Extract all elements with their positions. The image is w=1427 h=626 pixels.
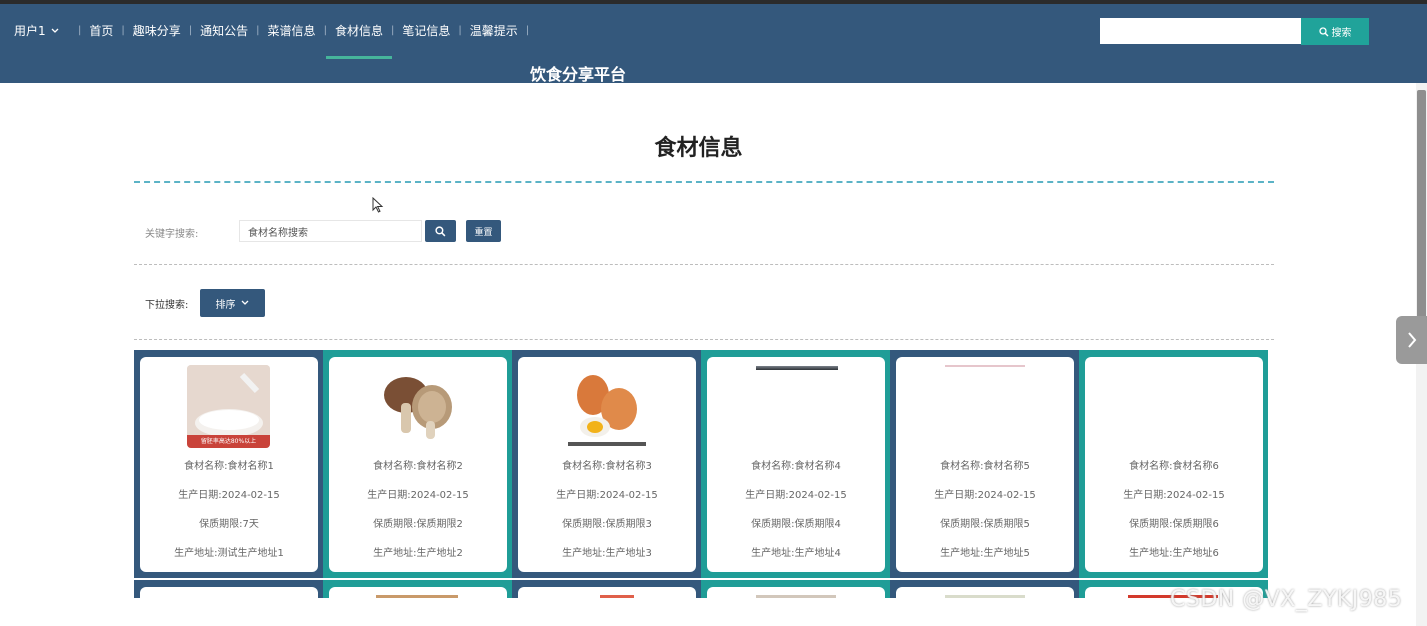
divider bbox=[134, 264, 1274, 265]
page-title: 食材信息 bbox=[654, 136, 743, 161]
card-shelf-life: 保质期限:7天 bbox=[199, 519, 259, 530]
card-address: 生产地址:生产地址5 bbox=[940, 548, 1030, 559]
nav-item-home[interactable]: 首页 bbox=[89, 22, 113, 39]
nav-item-fun-share[interactable]: 趣味分享 bbox=[133, 22, 181, 39]
card-name: 食材名称:食材名称2 bbox=[373, 461, 463, 472]
card-shelf-life: 保质期限:保质期限3 bbox=[562, 519, 652, 530]
ingredient-card-cell[interactable] bbox=[890, 580, 1079, 598]
card-shelf-life: 保质期限:保质期限5 bbox=[940, 519, 1030, 530]
ingredient-card[interactable]: 留胚率高达80%以上 食材名称:食材名称1 生产日期:2024-02-15 保质… bbox=[140, 357, 318, 572]
ingredient-card[interactable] bbox=[518, 587, 696, 598]
card-address: 生产地址:测试生产地址1 bbox=[174, 548, 284, 559]
ingredient-image bbox=[945, 595, 1025, 598]
card-name: 食材名称:食材名称5 bbox=[940, 461, 1030, 472]
ingredient-card-cell[interactable]: 食材名称:食材名称4 生产日期:2024-02-15 保质期限:保质期限4 生产… bbox=[701, 350, 890, 578]
ingredient-card[interactable] bbox=[896, 587, 1074, 598]
ingredient-card[interactable]: 食材名称:食材名称5 生产日期:2024-02-15 保质期限:保质期限5 生产… bbox=[896, 357, 1074, 572]
top-search-input[interactable] bbox=[1100, 18, 1301, 44]
card-name: 食材名称:食材名称6 bbox=[1129, 461, 1219, 472]
user-menu[interactable]: 用户1 bbox=[14, 22, 60, 39]
chevron-down-icon bbox=[241, 300, 248, 305]
nav-item-notices[interactable]: 通知公告 bbox=[200, 22, 248, 39]
top-search-label: 搜索 bbox=[1331, 28, 1352, 39]
card-date: 生产日期:2024-02-15 bbox=[178, 490, 280, 501]
ingredient-card-cell[interactable]: 食材名称:食材名称6 生产日期:2024-02-15 保质期限:保质期限6 生产… bbox=[1079, 350, 1268, 578]
ingredient-card[interactable]: 食材名称:食材名称4 生产日期:2024-02-15 保质期限:保质期限4 生产… bbox=[707, 357, 885, 572]
ingredient-card[interactable]: 食材名称:食材名称3 生产日期:2024-02-15 保质期限:保质期限3 生产… bbox=[518, 357, 696, 572]
ingredient-image bbox=[376, 365, 459, 448]
nav-item-recipes[interactable]: 菜谱信息 bbox=[268, 22, 316, 39]
card-shelf-life: 保质期限:保质期限2 bbox=[373, 519, 463, 530]
card-address: 生产地址:生产地址2 bbox=[373, 548, 463, 559]
search-icon bbox=[435, 225, 446, 236]
ingredient-image bbox=[945, 365, 1025, 367]
keyword-search-button[interactable] bbox=[425, 220, 456, 242]
ingredient-card[interactable]: 食材名称:食材名称6 生产日期:2024-02-15 保质期限:保质期限6 生产… bbox=[1085, 357, 1263, 572]
ingredient-card-cell[interactable] bbox=[512, 580, 701, 598]
ingredient-card[interactable] bbox=[140, 587, 318, 598]
card-date: 生产日期:2024-02-15 bbox=[367, 490, 469, 501]
top-navbar: 用户1 | 首页 | 趣味分享 | 通知公告 | 菜谱信息 | 食材信息 | 笔… bbox=[0, 4, 1427, 84]
card-address: 生产地址:生产地址3 bbox=[562, 548, 652, 559]
card-date: 生产日期:2024-02-15 bbox=[745, 490, 847, 501]
site-title: 饮食分享平台 bbox=[530, 65, 627, 84]
sort-label: 排序 bbox=[215, 299, 236, 311]
watermark: CSDN @VX_ZYKJ985 bbox=[1170, 587, 1403, 612]
divider bbox=[134, 181, 1274, 183]
sort-dropdown-button[interactable]: 排序 bbox=[200, 289, 265, 317]
ingredient-image bbox=[376, 595, 458, 598]
nav-item-tips[interactable]: 温馨提示 bbox=[470, 22, 518, 39]
ingredient-image bbox=[756, 366, 838, 370]
card-name: 食材名称:食材名称4 bbox=[751, 461, 841, 472]
ingredient-card[interactable]: 食材名称:食材名称2 生产日期:2024-02-15 保质期限:保质期限2 生产… bbox=[329, 357, 507, 572]
ingredient-image bbox=[600, 595, 634, 598]
card-address: 生产地址:生产地址4 bbox=[751, 548, 841, 559]
divider bbox=[134, 339, 1274, 340]
ingredient-card-cell[interactable] bbox=[701, 580, 890, 598]
ingredient-card-cell[interactable]: 食材名称:食材名称2 生产日期:2024-02-15 保质期限:保质期限2 生产… bbox=[323, 350, 512, 578]
card-date: 生产日期:2024-02-15 bbox=[556, 490, 658, 501]
keyword-search-label: 关键字搜索: bbox=[145, 229, 199, 240]
ingredient-card-cell[interactable]: 食材名称:食材名称5 生产日期:2024-02-15 保质期限:保质期限5 生产… bbox=[890, 350, 1079, 578]
ingredient-card[interactable] bbox=[707, 587, 885, 598]
ingredient-image: 留胚率高达80%以上 bbox=[187, 365, 270, 448]
user-name: 用户1 bbox=[14, 24, 46, 38]
ingredient-card-cell[interactable]: 留胚率高达80%以上 食材名称:食材名称1 生产日期:2024-02-15 保质… bbox=[134, 350, 323, 578]
chevron-right-icon bbox=[1407, 332, 1416, 348]
nav-menu: | 首页 | 趣味分享 | 通知公告 | 菜谱信息 | 食材信息 | 笔记信息 … bbox=[78, 22, 530, 59]
card-date: 生产日期:2024-02-15 bbox=[1123, 490, 1225, 501]
image-badge-text: 留胚率高达80%以上 bbox=[200, 438, 257, 445]
card-shelf-life: 保质期限:保质期限4 bbox=[751, 519, 841, 530]
ingredient-grid: 留胚率高达80%以上 食材名称:食材名称1 生产日期:2024-02-15 保质… bbox=[134, 350, 1270, 598]
ingredient-card-cell[interactable]: 食材名称:食材名称3 生产日期:2024-02-15 保质期限:保质期限3 生产… bbox=[512, 350, 701, 578]
ingredient-card[interactable] bbox=[329, 587, 507, 598]
card-address: 生产地址:生产地址6 bbox=[1129, 548, 1219, 559]
reset-button[interactable]: 重置 bbox=[466, 220, 501, 242]
card-shelf-life: 保质期限:保质期限6 bbox=[1129, 519, 1219, 530]
card-date: 生产日期:2024-02-15 bbox=[934, 490, 1036, 501]
carousel-next-button[interactable] bbox=[1396, 316, 1427, 364]
keyword-search-input[interactable]: 食材名称搜索 bbox=[239, 220, 422, 242]
ingredient-image bbox=[565, 365, 648, 448]
mouse-cursor-icon bbox=[372, 197, 384, 213]
card-name: 食材名称:食材名称1 bbox=[184, 461, 274, 472]
ingredient-image bbox=[756, 595, 836, 598]
dropdown-search-label: 下拉搜索: bbox=[145, 300, 189, 311]
scrollbar-thumb[interactable] bbox=[1417, 90, 1426, 320]
chevron-down-icon bbox=[51, 28, 59, 33]
card-name: 食材名称:食材名称3 bbox=[562, 461, 652, 472]
search-icon bbox=[1318, 26, 1328, 36]
nav-item-notes[interactable]: 笔记信息 bbox=[402, 22, 450, 39]
top-search-button[interactable]: 搜索 bbox=[1301, 18, 1369, 45]
ingredient-card-cell[interactable] bbox=[134, 580, 323, 598]
nav-item-ingredients[interactable]: 食材信息 bbox=[325, 22, 392, 59]
ingredient-card-cell[interactable] bbox=[323, 580, 512, 598]
